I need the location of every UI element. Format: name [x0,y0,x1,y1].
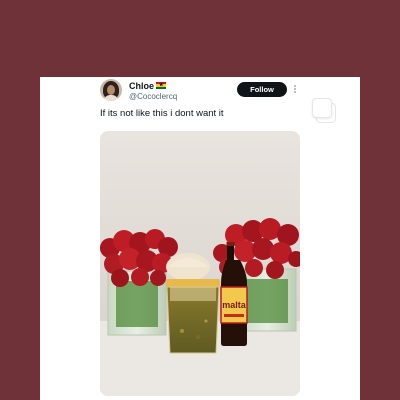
copy-icon[interactable] [312,98,336,123]
follow-button[interactable]: Follow [237,82,287,97]
user-handle[interactable]: @Cococlercq [129,92,177,101]
name-row: Chloe ★ [129,80,167,91]
bottle-label: malta [222,300,247,310]
tweet-card: Chloe ★ @Cococlercq Follow If its not li… [40,77,360,400]
ghana-flag-icon: ★ [156,82,167,89]
avatar[interactable] [100,79,122,101]
display-name[interactable]: Chloe [129,81,154,91]
tweet-text: If its not like this i dont want it [100,108,224,119]
tweet-photo[interactable]: malta [100,131,300,396]
tweet-photo-image: malta [100,131,300,396]
more-options-icon[interactable] [292,82,298,96]
